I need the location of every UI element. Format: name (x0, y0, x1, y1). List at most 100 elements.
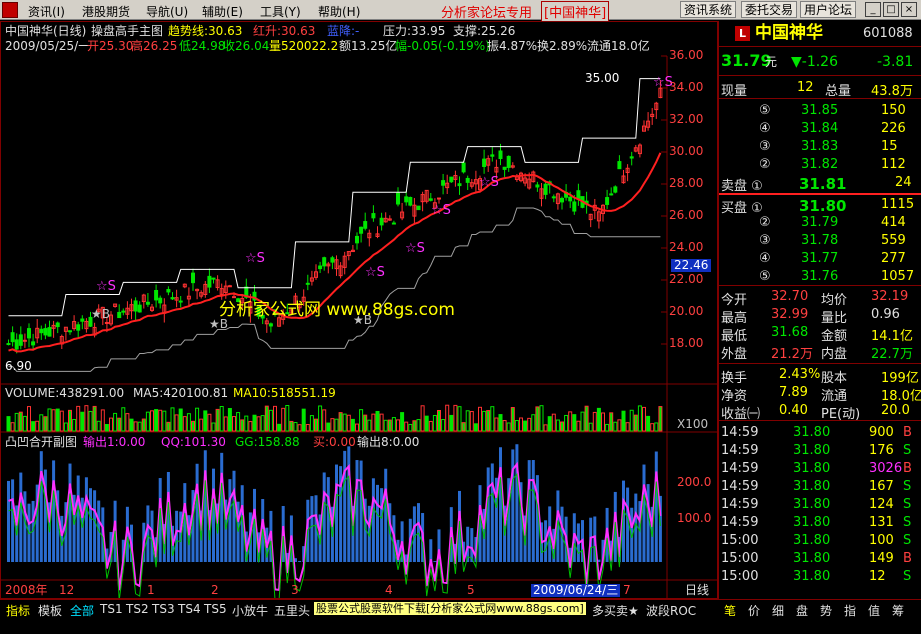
time-label-mar: 3 (291, 583, 299, 597)
candle-body (137, 304, 142, 313)
sub-bar (412, 506, 416, 562)
axis-tick-34: 34.00 (669, 80, 704, 94)
candle-body (43, 328, 48, 336)
chart-panel[interactable]: 中国神华(日线) 操盘高手主图 趋势线:30.63 红升:30.63 蓝降:- … (0, 21, 718, 599)
menu-bar: 资讯(I) 港股期货 导航(U) 辅助(E) 工具(Y) 帮助(H) 分析家论坛… (0, 0, 921, 22)
quote-tab[interactable]: 价 (748, 602, 760, 619)
volume-bar (207, 413, 212, 432)
indicator-tab[interactable]: TS2 (126, 602, 149, 616)
volume-bar (375, 410, 380, 432)
volume-bar (55, 408, 60, 432)
quote-tab[interactable]: 值 (868, 602, 880, 619)
tick-price: 31.80 (793, 479, 831, 494)
volume-bar (621, 410, 626, 432)
indicator-tab[interactable]: TS3 (152, 602, 175, 616)
candle-body (498, 150, 503, 160)
menu-info[interactable]: 资讯(I) (28, 3, 65, 20)
tick-side: S (903, 515, 912, 530)
indicator-tab[interactable]: TS4 (178, 602, 201, 616)
volume-bar (39, 414, 44, 432)
tick-row: 14:59 31.80 167 S (719, 478, 921, 496)
cursor-price-marker: 22.46 (671, 259, 712, 272)
time-cursor-date: 2009/06/24/三 (531, 583, 621, 597)
candle-body (355, 235, 359, 244)
period-label[interactable]: 日线 (685, 584, 709, 597)
volume-bar (441, 419, 446, 432)
tick-time: 15:00 (721, 569, 759, 584)
minimize-button[interactable]: _ (865, 2, 881, 17)
app-icon[interactable] (2, 2, 18, 18)
volume-bar (80, 411, 85, 432)
quote-tab[interactable]: 筹 (892, 602, 904, 619)
tick-time: 15:00 (721, 533, 759, 548)
sub-qq: QQ:101.30 (161, 435, 226, 449)
volume-bar (43, 416, 48, 432)
trade-button[interactable]: 委托交易 (741, 1, 798, 18)
indicator-tab[interactable]: 全部 (70, 602, 94, 619)
sell-signal-mark: ☆S (405, 241, 425, 256)
close-button[interactable]: × (901, 2, 917, 17)
indicator-tab[interactable]: 五里头 (274, 602, 310, 619)
quote-tab[interactable]: 盘 (796, 602, 808, 619)
buy-level-label: ④ (759, 251, 771, 266)
sell-signal-mark: ☆S (365, 265, 385, 280)
candle-body (170, 297, 175, 300)
volume-bar (453, 404, 458, 432)
info-system-button[interactable]: 资讯系统 (680, 1, 737, 18)
sub-bar (52, 460, 56, 562)
menu-navigate[interactable]: 导航(U) (146, 3, 188, 20)
time-label-dec: 12 (59, 583, 75, 597)
volume-ma10: MA10:518551.19 (233, 386, 336, 400)
indicator-tab[interactable]: 波段ROC (646, 602, 696, 619)
volume-bar (596, 407, 601, 432)
volume-bar (646, 415, 651, 432)
indicator-tab[interactable]: 小放牛 (232, 602, 268, 619)
quote-tab[interactable]: 笔 (724, 602, 736, 619)
indicator-tab[interactable]: 模板 (38, 602, 62, 619)
volume-bar (281, 407, 286, 432)
candle-body (145, 301, 150, 305)
indicator-tab[interactable]: TS1 (100, 602, 123, 616)
maximize-button[interactable]: □ (883, 2, 899, 17)
volume-bar (486, 410, 491, 432)
sell-signal-mark: ☆S (245, 251, 265, 266)
menu-hk-futures[interactable]: 港股期货 (82, 3, 130, 20)
menu-assist[interactable]: 辅助(E) (202, 3, 243, 20)
indicator-tab[interactable]: TS5 (204, 602, 227, 616)
volume-bar (334, 418, 339, 432)
volume-bar (264, 405, 269, 432)
candle-body (104, 321, 109, 324)
volume-bar (568, 411, 573, 432)
quote-tab[interactable]: 指 (844, 602, 856, 619)
indicator-tab[interactable]: 多买卖★ (592, 602, 639, 619)
candle-body (461, 162, 466, 173)
volume-bar (232, 416, 236, 432)
quote-tab[interactable]: 细 (772, 602, 784, 619)
volume-bar (543, 424, 548, 432)
buy-level-label: ⑤ (759, 269, 771, 284)
volume-unit: X100 (677, 417, 709, 431)
volume-bar (76, 405, 81, 432)
sell-level-price: 31.82 (801, 157, 839, 172)
sub-bar (39, 451, 43, 562)
volume-bar (416, 419, 421, 432)
total-volume-label: 总量 (825, 84, 852, 99)
sub-bar (298, 560, 302, 562)
volume-bar (379, 413, 384, 432)
tick-row: 14:59 31.80 900 B (719, 424, 921, 442)
sell-level-volume: 15 (881, 139, 898, 154)
forum-button[interactable]: 用户论坛 (800, 1, 857, 18)
sub-bar (490, 463, 494, 562)
candle-body (31, 341, 36, 346)
candle-body (154, 289, 159, 301)
candle-body (482, 158, 487, 167)
sell-level-volume: 112 (881, 157, 906, 172)
indicator-tab[interactable]: 指标 (6, 602, 30, 619)
menu-help[interactable]: 帮助(H) (318, 3, 360, 20)
menu-tools[interactable]: 工具(Y) (260, 3, 301, 20)
quote-tab[interactable]: 势 (820, 602, 832, 619)
candle-body (178, 300, 183, 303)
status-text: 股票公式股票软件下载[分析家公式网www.88gs.com] (314, 602, 586, 615)
sub-bar (93, 490, 97, 562)
volume-bar (260, 415, 265, 432)
